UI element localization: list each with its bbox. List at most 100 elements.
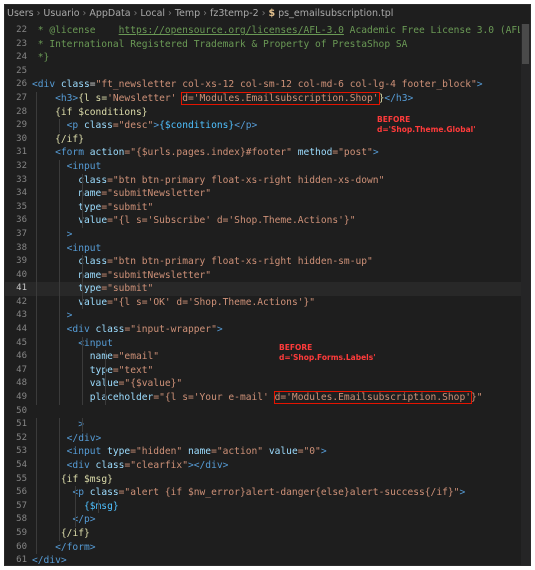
code-tag: </form>	[55, 541, 96, 553]
code-line[interactable]: 40 name="submitNewsletter"	[5, 268, 530, 283]
line-number: 45	[16, 337, 27, 348]
code-line-current[interactable]: 41 type="submit"	[5, 282, 530, 296]
code-tag: <div	[66, 460, 96, 471]
breadcrumb-file[interactable]: ps_emailsubscription.tpl	[278, 8, 393, 19]
line-number: 52	[16, 432, 27, 443]
code-line[interactable]: 35 type="submit"	[5, 200, 530, 215]
code-string: ="{$value}"	[118, 378, 183, 390]
code-line[interactable]: 25	[5, 65, 530, 79]
breadcrumb-item[interactable]: Local	[140, 8, 165, 19]
code-attr: placeholder	[89, 392, 154, 404]
line-number: 56	[16, 487, 27, 498]
code-line[interactable]: 34 name="submitNewsletter"	[5, 187, 530, 201]
code-line[interactable]: 42 value="{l s='OK' d='Shop.Theme.Action…	[5, 295, 530, 310]
code-line[interactable]: 59 {/if}	[5, 526, 530, 541]
code-tag: <div	[66, 324, 96, 336]
code-line[interactable]: 33 class="btn btn-primary float-xs-right…	[5, 173, 530, 188]
breadcrumb-item[interactable]: Temp	[175, 8, 200, 19]
code-line[interactable]: 23 * International Registered Trademark …	[5, 38, 530, 52]
breadcrumb-separator: ›	[203, 8, 207, 19]
code-line[interactable]: 45 <input	[5, 336, 530, 351]
code-line[interactable]: 46 name="email"	[5, 350, 530, 364]
code-tag: <h3>	[55, 92, 79, 104]
code-line[interactable]: 26 <div class="ft_newsletter col-xs-12 co…	[5, 78, 530, 92]
vertical-scrollbar[interactable]	[521, 24, 530, 565]
comment-text: *}	[32, 52, 50, 64]
code-line[interactable]: 51 >	[5, 418, 530, 432]
code-string: "ft_newsletter col-xs-12 col-sm-12 col-m…	[95, 79, 477, 91]
code-line[interactable]: 39 class="btn btn-primary float-xs-right…	[5, 255, 530, 269]
code-smarty: {if $conditions}	[55, 106, 148, 118]
line-number: 38	[16, 242, 27, 253]
code-line[interactable]: 43 >	[5, 309, 530, 324]
breadcrumb-item[interactable]: Usuario	[43, 8, 79, 19]
line-number: 34	[16, 188, 27, 199]
code-attr: action	[89, 147, 125, 159]
code-line[interactable]: 22 * @license https://opensource.org/lic…	[5, 24, 530, 38]
code-attr: name	[182, 446, 212, 458]
code-line[interactable]: 57 {$msg}	[5, 499, 530, 514]
breadcrumb-item[interactable]: fz3temp-2	[210, 8, 259, 19]
code-line[interactable]: 52 </div>	[5, 431, 530, 446]
line-number: 57	[16, 500, 27, 511]
code-string: ="submitNewsletter"	[101, 269, 212, 281]
breadcrumb-item[interactable]: Users	[7, 8, 34, 19]
breadcrumb-separator: ›	[133, 8, 138, 19]
code-line[interactable]: 31 <form action="{$urls.pages.index}#foo…	[5, 146, 530, 160]
line-number: 44	[16, 324, 27, 335]
code-string: ="hidden"	[130, 446, 183, 458]
code-string: ="{l s='Your e-mail'	[153, 392, 275, 404]
line-number: 37	[16, 228, 27, 239]
code-line[interactable]: 32 <input	[5, 159, 530, 174]
line-number: 49	[16, 392, 27, 403]
code-tag: <div	[32, 79, 61, 91]
code-string: ="btn btn-primary float-xs-right hidden-…	[107, 174, 385, 186]
code-line[interactable]: 36 value="{l s='Subscribe' d='Shop.Theme…	[5, 214, 530, 228]
code-attr: name	[89, 351, 113, 363]
code-line[interactable]: 44 <div class="input-wrapper">	[5, 323, 530, 337]
comment-text: * International Registered Trademark & P…	[32, 38, 408, 50]
code-line[interactable]: 49 placeholder="{l s='Your e-mail' d='Mo…	[5, 391, 530, 405]
code-tag: >	[320, 446, 327, 458]
code-line[interactable]: 38 <input	[5, 241, 530, 256]
line-number: 31	[16, 147, 27, 158]
highlight-box-domain: d='Modules.Emailsubscription.Shop'	[273, 391, 473, 405]
code-tag: >	[66, 310, 73, 322]
line-number: 40	[16, 269, 27, 280]
breadcrumb-separator: ›	[261, 8, 266, 19]
code-line[interactable]: 60 </form>	[5, 540, 530, 555]
code-string: ="{l s='Subscribe' d='Shop.Theme.Actions…	[107, 215, 356, 227]
code-line[interactable]: 53 <input type="hidden" name="action" va…	[5, 445, 530, 459]
code-string: ="post"	[332, 147, 373, 159]
line-number: 33	[16, 174, 27, 185]
code-line[interactable]: 27 <h3>{l s='Newsletter' d='Modules.Emai…	[5, 91, 530, 106]
code-line[interactable]: 24 *}	[5, 51, 530, 65]
code-smarty: {/if}	[55, 133, 84, 145]
code-line[interactable]: 50	[5, 405, 530, 419]
code-line[interactable]: 55 {if $msg}	[5, 472, 530, 487]
before-note-value: d='Shop.Forms.Labels'	[279, 353, 376, 362]
line-number: 36	[16, 215, 27, 226]
code-tag: >	[216, 324, 223, 336]
code-editor[interactable]: Users › Usuario › AppData › Local › Temp › fz3temp…	[4, 4, 531, 566]
before-note-title: BEFORE	[279, 343, 313, 352]
line-number: 24	[16, 52, 27, 63]
code-line[interactable]: 54 <div class="clearfix"></div>	[5, 459, 530, 473]
breadcrumb-item[interactable]: AppData	[89, 8, 130, 19]
code-tag: ></div>	[187, 460, 229, 471]
code-line[interactable]: 61 </div>	[5, 554, 530, 565]
code-line[interactable]: 37 >	[5, 227, 530, 242]
line-number: 39	[16, 256, 27, 267]
license-link[interactable]: https://opensource.org/licenses/AFL-3.0	[119, 25, 344, 36]
code-line[interactable]: 48 value="{$value}"	[5, 377, 530, 392]
code-string: ="{l s='OK' d='Shop.Theme.Actions'}"	[107, 296, 316, 308]
code-line[interactable]: 47 type="text"	[5, 363, 530, 378]
code-string: ="text"	[112, 364, 154, 376]
code-line[interactable]: 56 <p class="alert {if $nw_error}alert-d…	[5, 486, 530, 500]
scrollbar-thumb[interactable]	[522, 24, 529, 64]
code-attr: class	[95, 460, 125, 471]
code-line[interactable]: 58 </p>	[5, 513, 530, 527]
line-number: 46	[16, 351, 27, 362]
code-area[interactable]: 22 * @license https://opensource.org/lic…	[5, 24, 530, 565]
line-number: 25	[16, 65, 27, 76]
